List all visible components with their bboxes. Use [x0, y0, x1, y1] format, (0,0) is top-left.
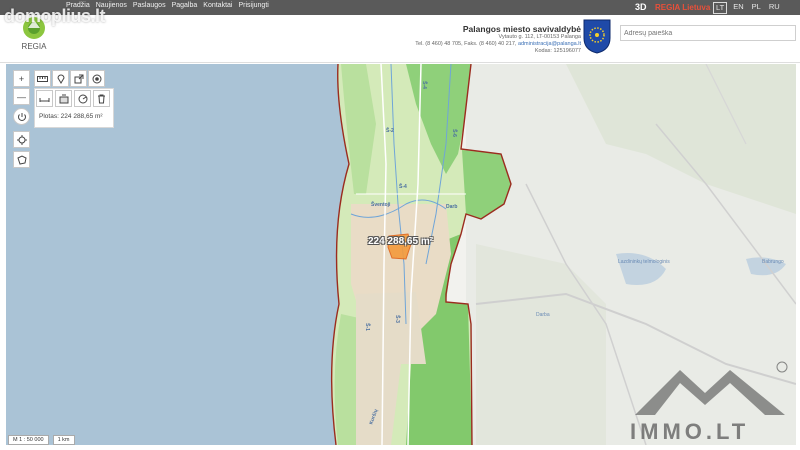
- watermark-domoplius: domoplius.lt: [4, 6, 106, 26]
- radius-icon: [78, 94, 87, 103]
- area-result-label: Plotas: 224 288,65 m²: [39, 113, 103, 120]
- brand-name[interactable]: REGIA Lietuva: [655, 3, 710, 12]
- municipality-name: Palangos miesto savivaldybė: [462, 24, 581, 34]
- road-label: Š-4: [399, 184, 407, 190]
- contacts-phones: Tel. (8 460) 48 705, Faks. (8 460) 40 21…: [415, 41, 517, 47]
- target-icon: [92, 74, 101, 83]
- region-button[interactable]: [13, 151, 30, 168]
- road-label: Š-4: [420, 81, 427, 89]
- municipality-code: Kodas: 125196077: [534, 48, 581, 54]
- road-label: Š-6: [450, 129, 457, 137]
- lang-en[interactable]: EN: [731, 2, 745, 14]
- lang-lt[interactable]: LT: [713, 2, 728, 14]
- measure-area-button[interactable]: [55, 90, 72, 107]
- watermark-immo: IMMO.LT: [630, 419, 750, 444]
- nav-services[interactable]: Paslaugos: [133, 2, 166, 9]
- road-label: Š-1: [363, 323, 370, 331]
- road-label: Š-3: [393, 315, 400, 323]
- coat-of-arms-icon: [583, 19, 611, 54]
- map-pin-icon: [56, 74, 65, 84]
- view-3d-button[interactable]: 3D: [635, 2, 647, 12]
- delete-measure-button[interactable]: [93, 90, 110, 107]
- share-icon: [74, 74, 83, 83]
- address-search-input[interactable]: [620, 25, 796, 41]
- crosshair-icon: [16, 134, 27, 145]
- grey-place-label: Darba: [536, 312, 550, 318]
- zoom-out-button[interactable]: —: [13, 88, 30, 105]
- scale-ratio: M 1 : 50 000: [8, 435, 49, 445]
- email-link[interactable]: administracija@palanga.lt: [518, 41, 581, 47]
- road-label: Darb: [446, 204, 458, 210]
- marker-button[interactable]: [52, 70, 69, 87]
- lang-ru[interactable]: RU: [767, 2, 782, 14]
- region-shape-icon: [16, 154, 27, 165]
- grey-place-label: Babrungo: [762, 259, 784, 265]
- app-window: Pradžia Naujienos Paslaugos Pagalba Kont…: [0, 0, 800, 450]
- language-switcher: LT EN PL RU: [713, 2, 782, 14]
- line-measure-icon: [39, 97, 50, 102]
- nav-help[interactable]: Pagalba: [172, 2, 198, 9]
- record-button[interactable]: [88, 70, 105, 87]
- municipality-contacts: Tel. (8 460) 48 705, Faks. (8 460) 40 21…: [415, 41, 581, 48]
- locate-button[interactable]: [13, 131, 30, 148]
- municipality-info: Palangos miesto savivaldybė Vytauto g. 1…: [415, 24, 581, 55]
- trash-icon: [98, 94, 105, 103]
- share-button[interactable]: [70, 70, 87, 87]
- place-label: Šventoji: [371, 202, 391, 208]
- municipality-address: Vytauto g. 112, LT-00153 Palanga: [498, 34, 581, 40]
- page-header: REGIA Palangos miesto savivaldybė Vytaut…: [0, 15, 800, 63]
- top-menu-bar: Pradžia Naujienos Paslaugos Pagalba Kont…: [0, 0, 800, 15]
- ruler-icon: [37, 75, 48, 82]
- grey-place-label: Lazdininkų telmologinis: [618, 259, 670, 265]
- nav-login[interactable]: Prisijungti: [238, 2, 268, 9]
- map-scale: M 1 : 50 000 1 km: [8, 435, 75, 445]
- nav-contacts[interactable]: Kontaktai: [203, 2, 232, 9]
- power-icon: [17, 112, 26, 121]
- road-label: Š-2: [386, 128, 394, 134]
- lang-pl[interactable]: PL: [750, 2, 763, 14]
- area-measure-icon: [59, 94, 68, 103]
- measure-ruler-button[interactable]: [34, 70, 51, 87]
- logo-text: REGIA: [21, 42, 47, 51]
- scale-bar: 1 km: [52, 435, 75, 445]
- zoom-in-button[interactable]: +: [13, 70, 30, 87]
- measure-radius-button[interactable]: [74, 90, 91, 107]
- power-button[interactable]: [13, 108, 30, 125]
- area-overlay-label: 224 288,65 m²: [368, 236, 434, 247]
- measure-line-button[interactable]: [36, 90, 53, 107]
